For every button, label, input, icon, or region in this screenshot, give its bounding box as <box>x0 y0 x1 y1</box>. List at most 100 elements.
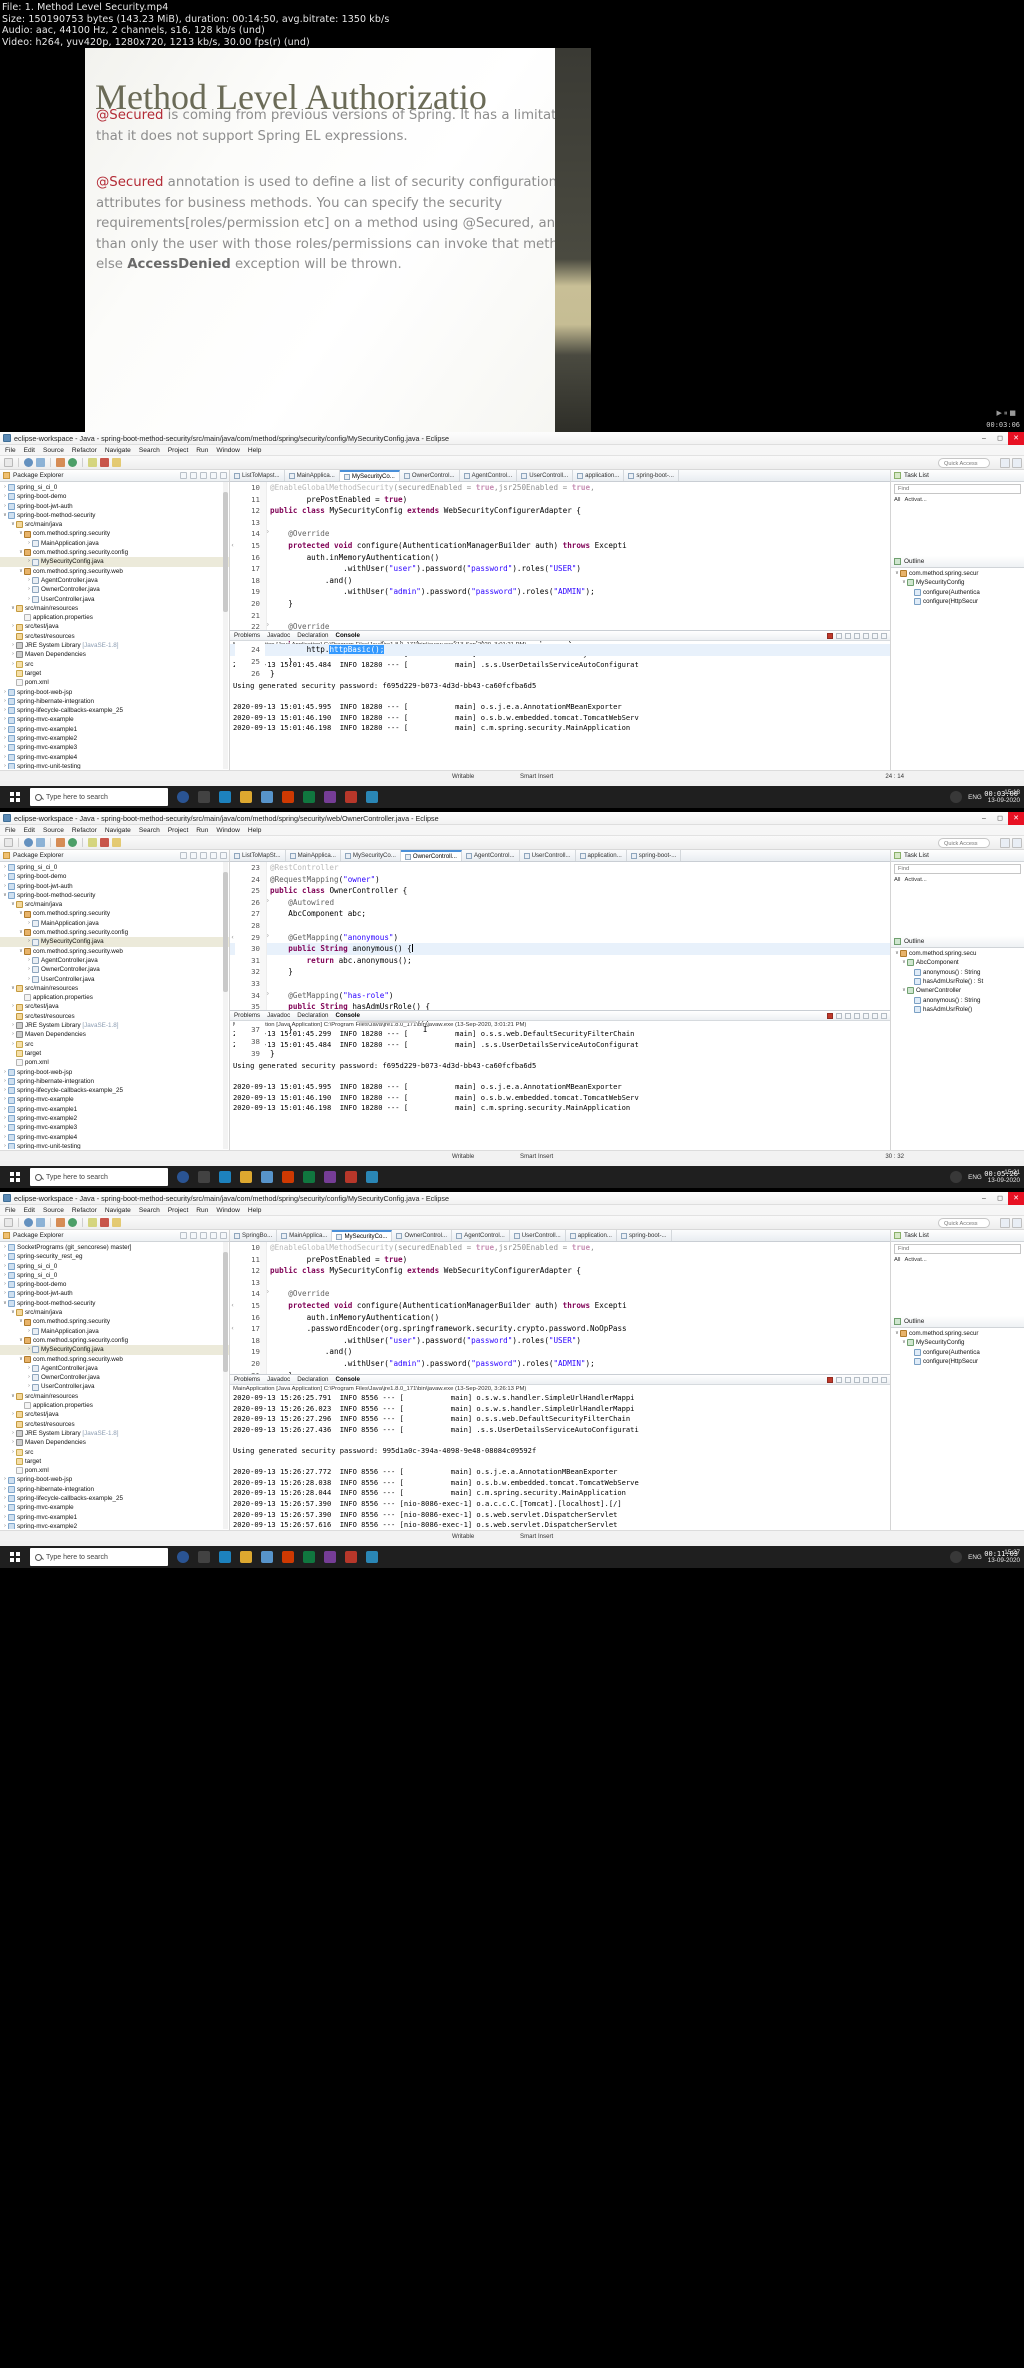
tree-item[interactable]: › spring-hibernate-integration <box>0 697 229 706</box>
media-player-icon[interactable] <box>345 791 357 803</box>
tree-item[interactable]: src/test/resources <box>0 1012 229 1021</box>
minimize-view-icon[interactable] <box>210 472 217 479</box>
console-tabbar-3[interactable]: Problems Javadoc Declaration Console <box>230 1374 890 1385</box>
tree-item[interactable]: › Maven Dependencies <box>0 1438 229 1447</box>
task-view-icon[interactable] <box>198 791 210 803</box>
tree-item[interactable]: src/test/resources <box>0 1420 229 1429</box>
task-filters-2[interactable]: All Activat... <box>891 876 1024 884</box>
outline-item[interactable]: configure(HttpSecur <box>891 1357 1024 1366</box>
folder-icon[interactable] <box>112 838 121 847</box>
editor-tab-4[interactable]: AgentControl... <box>460 470 518 481</box>
code-text[interactable]: @GetMapping("anonymous") <box>270 932 890 944</box>
tree-item[interactable]: › AgentController.java <box>0 1364 229 1373</box>
office-icon[interactable] <box>282 1171 294 1183</box>
pin-console-icon[interactable] <box>872 1012 878 1019</box>
office-icon[interactable] <box>282 1551 294 1563</box>
code-line[interactable]: 34 ° @GetMapping("has-role") <box>230 989 890 1002</box>
tree-item[interactable]: › spring-mvc-example2 <box>0 1522 229 1529</box>
tree-item[interactable]: › spring-boot-jwt-auth <box>0 502 229 511</box>
view-toolbar[interactable] <box>180 1232 227 1239</box>
menu-file[interactable]: File <box>5 827 16 834</box>
code-line[interactable]: 11 prePostEnabled = true) <box>230 493 890 506</box>
tree-item[interactable]: › spring-mvc-unit-testing <box>0 762 229 769</box>
minimize-button[interactable]: – <box>976 432 992 445</box>
tree-item[interactable]: pom.xml <box>0 678 229 687</box>
code-text[interactable]: .and() <box>270 575 890 587</box>
tray-language-3[interactable]: ENG <box>968 1554 982 1561</box>
code-text[interactable]: auth.inMemoryAuthentication() <box>270 552 890 564</box>
remove-launch-icon[interactable] <box>836 1012 842 1019</box>
editor-tab-1[interactable]: MainApplica... <box>277 1230 333 1241</box>
editor-tab-5[interactable]: UserControll... <box>520 850 576 861</box>
close-button[interactable]: ✕ <box>1008 432 1024 445</box>
code-text[interactable]: } <box>270 1048 890 1060</box>
outline-item[interactable]: ∨ OwnerController <box>891 986 1024 995</box>
tree-item[interactable]: application.properties <box>0 1401 229 1410</box>
menu-refactor[interactable]: Refactor <box>72 827 97 834</box>
menu-window[interactable]: Window <box>216 447 239 454</box>
tree-item[interactable]: › spring-boot-web-jsp <box>0 1475 229 1484</box>
code-text[interactable]: } <box>270 598 890 610</box>
menu-project[interactable]: Project <box>168 827 189 834</box>
tree-item[interactable]: › spring-hibernate-integration <box>0 1077 229 1086</box>
tree-item[interactable]: › spring_si_ci_0 <box>0 1271 229 1280</box>
media-player-icon[interactable] <box>345 1551 357 1563</box>
code-line[interactable]: ‹ 29 ° @GetMapping("anonymous") <box>230 931 890 944</box>
code-line[interactable]: 26 ° @Autowired <box>230 896 890 909</box>
code-line[interactable]: ‹ 15 protected void configure(Authenticat… <box>230 539 890 552</box>
windows-taskbar-2[interactable]: Type here to search ENG 15:21 13-09-2020 <box>0 1166 1024 1188</box>
maximize-view-icon[interactable] <box>220 1232 227 1239</box>
tree-item[interactable]: ∨ com.method.spring.security <box>0 1317 229 1326</box>
maximize-button[interactable]: ◻ <box>992 812 1008 825</box>
tree-item[interactable]: target <box>0 1457 229 1466</box>
outline-item[interactable]: anonymous() : String <box>891 995 1024 1004</box>
editor-tab-3[interactable]: OwnerControl... <box>400 470 460 481</box>
maximize-button[interactable]: ◻ <box>992 1192 1008 1205</box>
code-text[interactable]: prePostEnabled = true) <box>270 1254 890 1266</box>
tree-item[interactable]: › spring-mvc-unit-testing <box>0 1142 229 1149</box>
task-list-tab-1[interactable]: Task List <box>891 470 1024 482</box>
menu-project[interactable]: Project <box>168 447 189 454</box>
code-text[interactable]: public class MySecurityConfig extends We… <box>270 1265 890 1277</box>
edge-icon[interactable] <box>261 1551 273 1563</box>
task-filters-1[interactable]: All Activat... <box>891 496 1024 504</box>
cortana-icon[interactable] <box>177 1171 189 1183</box>
tree-item[interactable]: src/test/resources <box>0 632 229 641</box>
package-explorer-tab-3[interactable]: Package Explorer <box>0 1230 229 1242</box>
menu-source[interactable]: Source <box>43 1207 64 1214</box>
tree-item[interactable]: › AgentController.java <box>0 956 229 965</box>
filter-activate[interactable]: Activat... <box>904 1257 926 1263</box>
open-type-icon[interactable] <box>36 1218 45 1227</box>
code-line[interactable]: 13 <box>230 516 890 529</box>
media-player-icon[interactable] <box>345 1171 357 1183</box>
code-line[interactable]: 32 } <box>230 966 890 978</box>
task-find-input-2[interactable]: Find <box>894 864 1021 874</box>
onedrive-icon[interactable] <box>950 1551 963 1563</box>
editor-tab-6[interactable]: application... <box>566 1230 617 1241</box>
tree-item[interactable]: › MySecurityConfig.java <box>0 937 229 947</box>
code-text[interactable]: public class OwnerController { <box>270 885 890 897</box>
folding-gutter[interactable] <box>260 482 267 630</box>
task-find-input-1[interactable]: Find <box>894 484 1021 494</box>
filter-all[interactable]: All <box>894 877 900 883</box>
stop-icon[interactable] <box>100 838 109 847</box>
tree-item[interactable]: › Maven Dependencies <box>0 650 229 659</box>
new-icon[interactable] <box>4 1218 13 1227</box>
code-line[interactable]: 38 <box>230 1035 890 1048</box>
tab-declaration[interactable]: Declaration <box>297 1012 328 1019</box>
code-line[interactable]: 31 return abc.anonymous(); <box>230 954 890 967</box>
tree-item[interactable]: › spring-mvc-example3 <box>0 1123 229 1132</box>
tree-item[interactable]: › JRE System Library [JavaSE-1.8] <box>0 641 229 650</box>
tree-item[interactable]: › spring_si_ci_0 <box>0 863 229 872</box>
tree-item[interactable]: › SocketPrograms (git_sencorese) master] <box>0 1243 229 1252</box>
code-line[interactable]: 10 @EnableGlobalMethodSecurity(securedEna… <box>230 1242 890 1254</box>
task-filters-3[interactable]: All Activat... <box>891 1256 1024 1264</box>
perspective-switcher[interactable] <box>1000 1218 1022 1228</box>
code-editor-1[interactable]: 10 @EnableGlobalMethodSecurity(securedEna… <box>230 482 890 680</box>
eclipse-taskbar-icon[interactable] <box>324 1551 336 1563</box>
perspective-java-icon[interactable] <box>1000 1218 1010 1228</box>
excel-icon[interactable] <box>303 1171 315 1183</box>
code-text[interactable]: protected void configure(AuthenticationM… <box>270 540 890 552</box>
outline-item[interactable]: ∨ AbcComponent <box>891 958 1024 967</box>
start-button-1[interactable] <box>0 786 30 808</box>
